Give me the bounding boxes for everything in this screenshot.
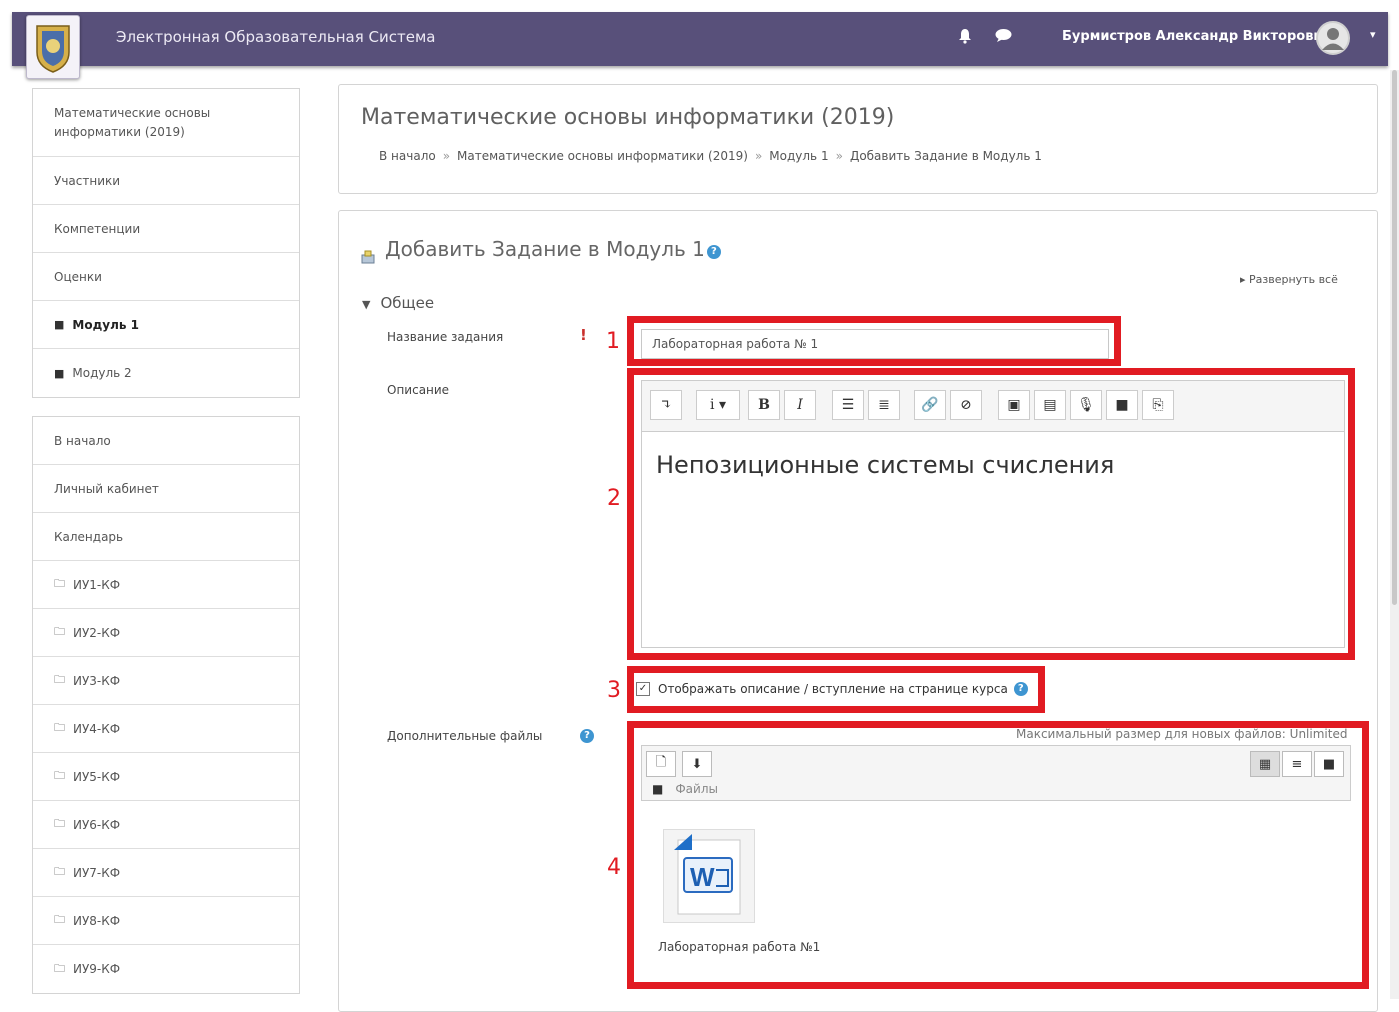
sidebar-item-iu4[interactable]: 🗀 ИУ4-КФ xyxy=(33,705,299,753)
sidebar-item-label: ИУ5-КФ xyxy=(73,769,121,784)
breadcrumb-module[interactable]: Модуль 1 xyxy=(769,149,828,163)
folder-icon: 🗀 xyxy=(54,673,65,686)
sidebar-item-iu8[interactable]: 🗀 ИУ8-КФ xyxy=(33,897,299,945)
page-title: Математические основы информатики (2019) xyxy=(361,105,895,130)
section-general-label: Общее xyxy=(380,294,435,312)
sidebar-item-label: Математические основы информатики (2019) xyxy=(54,105,211,139)
folder-icon: 🗀 xyxy=(54,721,65,734)
sidebar-item-label: ИУ9-КФ xyxy=(73,962,121,976)
breadcrumb-current[interactable]: Добавить Задание в Модуль 1 xyxy=(850,149,1042,163)
sidebar-item-module-2[interactable]: ■ Модуль 2 xyxy=(33,349,299,397)
annotation-number-2: 2 xyxy=(607,486,621,511)
page-header: Математические основы информатики (2019)… xyxy=(338,84,1378,194)
bell-icon[interactable] xyxy=(958,28,972,48)
annotation-box-4 xyxy=(627,721,1369,989)
top-navbar: Электронная Образовательная Система Бурм… xyxy=(12,12,1388,79)
annotation-number-4: 4 xyxy=(607,855,621,880)
folder-icon: 🗀 xyxy=(54,769,65,782)
expand-all-link[interactable]: ▸ Развернуть всё xyxy=(1240,273,1338,286)
section-icon: ■ xyxy=(54,366,65,380)
folder-icon: 🗀 xyxy=(54,625,65,638)
sidebar-item-label: Календарь xyxy=(54,529,124,544)
sidebar-item-iu5[interactable]: 🗀 ИУ5-КФ xyxy=(33,753,299,801)
files-label: Дополнительные файлы xyxy=(387,729,543,743)
annotation-number-1: 1 xyxy=(606,329,620,354)
folder-icon: 🗀 xyxy=(54,577,65,590)
breadcrumb-home[interactable]: В начало xyxy=(379,149,436,163)
sidebar-item-label: Оценки xyxy=(54,269,102,284)
sidebar-item-competencies[interactable]: Компетенции xyxy=(33,205,299,253)
sidebar-item-dashboard[interactable]: Личный кабинет xyxy=(33,465,299,513)
description-label: Описание xyxy=(387,383,450,397)
sidebar-item-label: ИУ3-КФ xyxy=(73,673,121,688)
sidebar-item-iu9[interactable]: 🗀 ИУ9-КФ xyxy=(33,945,299,993)
user-avatar[interactable] xyxy=(1316,21,1350,55)
section-general[interactable]: ▼ Общее xyxy=(362,294,434,312)
course-navigation: Математические основы информатики (2019)… xyxy=(32,88,300,398)
sidebar-item-iu2[interactable]: 🗀 ИУ2-КФ xyxy=(33,609,299,657)
sidebar-item-label: Участники xyxy=(54,173,121,188)
annotation-box-1 xyxy=(627,316,1121,366)
university-logo[interactable] xyxy=(26,15,80,79)
site-title[interactable]: Электронная Образовательная Система xyxy=(116,28,435,46)
folder-icon: 🗀 xyxy=(54,961,65,975)
sidebar-item-label: Компетенции xyxy=(54,221,141,236)
annotation-box-3 xyxy=(627,666,1045,713)
scrollbar-thumb[interactable] xyxy=(1392,70,1397,605)
sidebar-item-participants[interactable]: Участники xyxy=(33,157,299,205)
sidebar-item-label: ИУ1-КФ xyxy=(73,577,121,592)
folder-icon: 🗀 xyxy=(54,865,65,878)
site-navigation: В начало Личный кабинет Календарь 🗀 ИУ1-К… xyxy=(32,416,300,994)
sidebar-item-iu3[interactable]: 🗀 ИУ3-КФ xyxy=(33,657,299,705)
collapse-caret-icon: ▼ xyxy=(362,298,371,311)
sidebar-item-iu1[interactable]: 🗀 ИУ1-КФ xyxy=(33,561,299,609)
folder-icon: 🗀 xyxy=(54,817,65,830)
sidebar-item-iu6[interactable]: 🗀 ИУ6-КФ xyxy=(33,801,299,849)
sidebar-item-home[interactable]: В начало xyxy=(33,417,299,465)
sidebar-item-label: ИУ4-КФ xyxy=(73,721,121,736)
sidebar-item-label: В начало xyxy=(54,433,111,448)
assignment-icon xyxy=(361,245,375,269)
sidebar-item-label: ИУ6-КФ xyxy=(73,817,121,832)
help-icon[interactable]: ? xyxy=(580,729,594,743)
sidebar-item-course[interactable]: Математические основы информатики (2019) xyxy=(33,89,299,157)
folder-icon: 🗀 xyxy=(54,913,65,926)
sidebar-item-iu7[interactable]: 🗀 ИУ7-КФ xyxy=(33,849,299,897)
form-heading-text: Добавить Задание в Модуль 1 xyxy=(385,237,705,261)
annotation-box-2 xyxy=(627,368,1355,660)
section-icon: ■ xyxy=(54,318,65,331)
required-icon: ! xyxy=(580,326,587,344)
sidebar-item-label: Модуль 1 xyxy=(72,317,140,332)
sidebar-item-label: ИУ2-КФ xyxy=(73,625,121,640)
help-icon[interactable]: ? xyxy=(706,245,721,259)
form-heading: Добавить Задание в Модуль 1? xyxy=(361,237,721,264)
user-menu-caret-icon[interactable]: ▾ xyxy=(1370,28,1376,41)
sidebar-item-module-1[interactable]: ■ Модуль 1 xyxy=(33,301,299,349)
name-label: Название задания xyxy=(387,330,504,344)
sidebar-item-label: ИУ8-КФ xyxy=(73,913,121,928)
sidebar-item-label: Личный кабинет xyxy=(54,481,159,496)
breadcrumb: В начало» Математические основы информати… xyxy=(379,149,1042,163)
annotation-number-3: 3 xyxy=(607,678,621,703)
expand-all-label: Развернуть всё xyxy=(1249,273,1338,286)
chat-icon[interactable] xyxy=(995,28,1012,47)
breadcrumb-course[interactable]: Математические основы информатики (2019) xyxy=(457,149,748,163)
sidebar-item-calendar[interactable]: Календарь xyxy=(33,513,299,561)
sidebar-item-grades[interactable]: Оценки xyxy=(33,253,299,301)
sidebar-item-label: Модуль 2 xyxy=(72,366,132,380)
sidebar-item-label: ИУ7-КФ xyxy=(73,865,121,880)
user-name[interactable]: Бурмистров Александр Викторович xyxy=(1062,29,1331,44)
